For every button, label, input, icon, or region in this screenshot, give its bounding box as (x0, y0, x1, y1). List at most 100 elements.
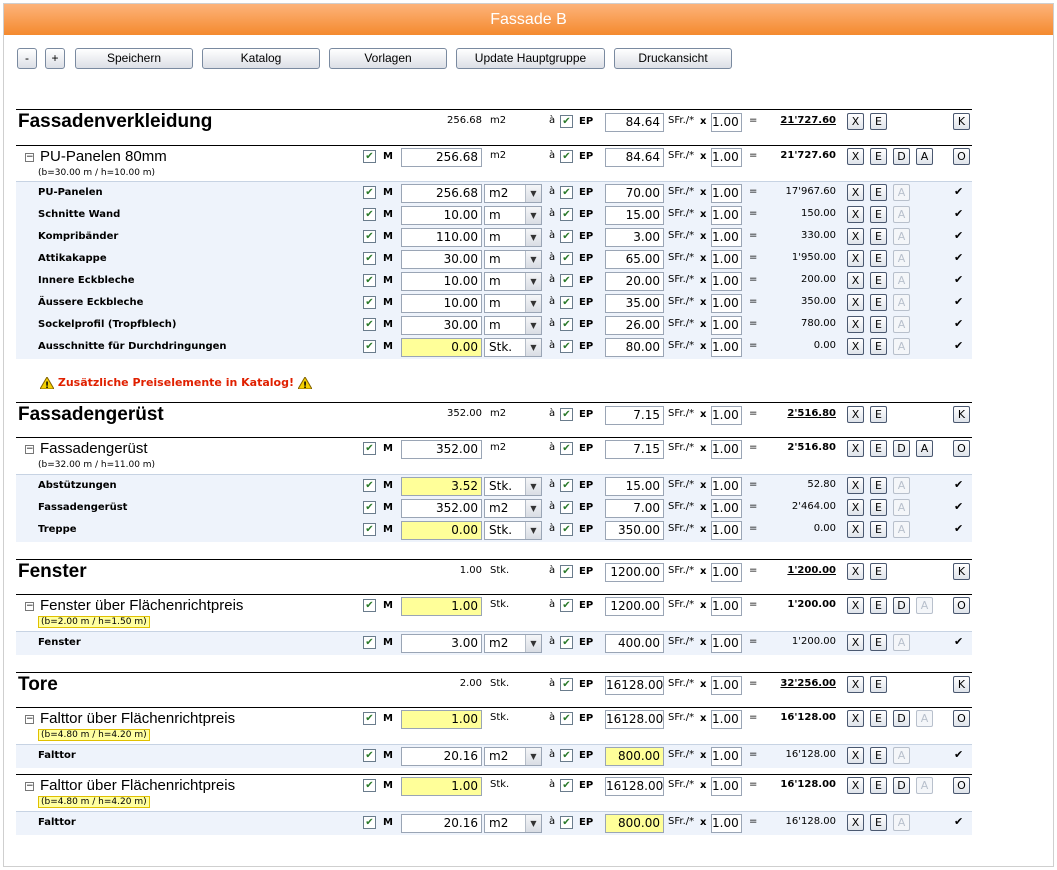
unit-price-input[interactable]: 350.00 (605, 521, 664, 540)
edit-button[interactable]: E (870, 634, 887, 651)
collapse-all-button[interactable]: - (17, 48, 37, 69)
chevron-down-icon[interactable]: ▼ (525, 295, 541, 312)
m-checkbox[interactable]: ✔ (363, 523, 376, 536)
ep-checkbox[interactable]: ✔ (560, 252, 573, 265)
quantity-input[interactable]: 1.00 (401, 710, 482, 729)
quantity-input[interactable]: 20.16 (401, 814, 482, 833)
delete-button[interactable]: X (847, 272, 864, 289)
quantity-input[interactable]: 0.00 (401, 521, 482, 540)
unit-price-input[interactable]: 400.00 (605, 634, 664, 653)
delete-button[interactable]: X (847, 338, 864, 355)
a-button[interactable]: A (916, 148, 933, 165)
unit-select[interactable]: m2 ▼ (484, 747, 542, 766)
quantity-input[interactable]: 3.00 (401, 634, 482, 653)
options-button[interactable]: O (953, 597, 970, 614)
unit-price-input[interactable]: 35.00 (605, 294, 664, 313)
edit-button[interactable]: E (870, 477, 887, 494)
m-checkbox[interactable]: ✔ (363, 230, 376, 243)
m-checkbox[interactable]: ✔ (363, 479, 376, 492)
chevron-down-icon[interactable]: ▼ (525, 635, 541, 652)
m-checkbox[interactable]: ✔ (363, 274, 376, 287)
details-button[interactable]: D (893, 597, 910, 614)
chevron-down-icon[interactable]: ▼ (525, 229, 541, 246)
ep-checkbox[interactable]: ✔ (560, 712, 573, 725)
delete-button[interactable]: X (847, 499, 864, 516)
ep-checkbox[interactable]: ✔ (560, 150, 573, 163)
quantity-input[interactable]: 256.68 (401, 184, 482, 203)
quantity-input[interactable]: 256.68 (401, 148, 482, 167)
ep-checkbox[interactable]: ✔ (560, 408, 573, 421)
edit-button[interactable]: E (870, 597, 887, 614)
delete-button[interactable]: X (847, 477, 864, 494)
ep-checkbox[interactable]: ✔ (560, 115, 573, 128)
unit-select[interactable]: m ▼ (484, 316, 542, 335)
factor-input[interactable]: 1.00 (711, 113, 742, 132)
quantity-input[interactable]: 1.00 (401, 777, 482, 796)
factor-input[interactable]: 1.00 (711, 294, 742, 313)
edit-button[interactable]: E (870, 316, 887, 333)
edit-button[interactable]: E (870, 406, 887, 423)
delete-button[interactable]: X (847, 184, 864, 201)
collapse-toggle[interactable]: − (25, 602, 34, 611)
edit-button[interactable]: E (870, 499, 887, 516)
unit-price-input[interactable]: 7.15 (605, 406, 664, 425)
m-checkbox[interactable]: ✔ (363, 442, 376, 455)
catalog-k-button[interactable]: K (953, 113, 970, 130)
unit-price-input[interactable]: 26.00 (605, 316, 664, 335)
edit-button[interactable]: E (870, 250, 887, 267)
delete-button[interactable]: X (847, 148, 864, 165)
delete-button[interactable]: X (847, 521, 864, 538)
factor-input[interactable]: 1.00 (711, 747, 742, 766)
m-checkbox[interactable]: ✔ (363, 318, 376, 331)
factor-input[interactable]: 1.00 (711, 814, 742, 833)
factor-input[interactable]: 1.00 (711, 338, 742, 357)
factor-input[interactable]: 1.00 (711, 184, 742, 203)
m-checkbox[interactable]: ✔ (363, 816, 376, 829)
m-checkbox[interactable]: ✔ (363, 501, 376, 514)
ep-checkbox[interactable]: ✔ (560, 318, 573, 331)
unit-select[interactable]: m2 ▼ (484, 499, 542, 518)
edit-button[interactable]: E (870, 710, 887, 727)
quantity-input[interactable]: 110.00 (401, 228, 482, 247)
delete-button[interactable]: X (847, 206, 864, 223)
unit-price-input[interactable]: 16128.00 (605, 777, 664, 796)
ep-checkbox[interactable]: ✔ (560, 678, 573, 691)
quantity-input[interactable]: 3.52 (401, 477, 482, 496)
catalog-k-button[interactable]: K (953, 676, 970, 693)
collapse-toggle[interactable]: − (25, 445, 34, 454)
ep-checkbox[interactable]: ✔ (560, 523, 573, 536)
quantity-input[interactable]: 0.00 (401, 338, 482, 357)
m-checkbox[interactable]: ✔ (363, 599, 376, 612)
factor-input[interactable]: 1.00 (711, 206, 742, 225)
chevron-down-icon[interactable]: ▼ (525, 207, 541, 224)
options-button[interactable]: O (953, 440, 970, 457)
ep-checkbox[interactable]: ✔ (560, 599, 573, 612)
details-button[interactable]: D (893, 440, 910, 457)
delete-button[interactable]: X (847, 294, 864, 311)
save-button[interactable]: Speichern (75, 48, 193, 69)
unit-select[interactable]: m ▼ (484, 272, 542, 291)
delete-button[interactable]: X (847, 250, 864, 267)
collapse-toggle[interactable]: − (25, 153, 34, 162)
chevron-down-icon[interactable]: ▼ (525, 273, 541, 290)
options-button[interactable]: O (953, 148, 970, 165)
edit-button[interactable]: E (870, 777, 887, 794)
factor-input[interactable]: 1.00 (711, 676, 742, 695)
m-checkbox[interactable]: ✔ (363, 208, 376, 221)
quantity-input[interactable]: 352.00 (401, 440, 482, 459)
m-checkbox[interactable]: ✔ (363, 296, 376, 309)
unit-price-input[interactable]: 70.00 (605, 184, 664, 203)
m-checkbox[interactable]: ✔ (363, 749, 376, 762)
factor-input[interactable]: 1.00 (711, 777, 742, 796)
edit-button[interactable]: E (870, 272, 887, 289)
m-checkbox[interactable]: ✔ (363, 636, 376, 649)
catalog-button[interactable]: Katalog (202, 48, 320, 69)
edit-button[interactable]: E (870, 113, 887, 130)
ep-checkbox[interactable]: ✔ (560, 501, 573, 514)
delete-button[interactable]: X (847, 563, 864, 580)
quantity-input[interactable]: 20.16 (401, 747, 482, 766)
unit-price-input[interactable]: 1200.00 (605, 563, 664, 582)
templates-button[interactable]: Vorlagen (329, 48, 447, 69)
ep-checkbox[interactable]: ✔ (560, 636, 573, 649)
edit-button[interactable]: E (870, 206, 887, 223)
